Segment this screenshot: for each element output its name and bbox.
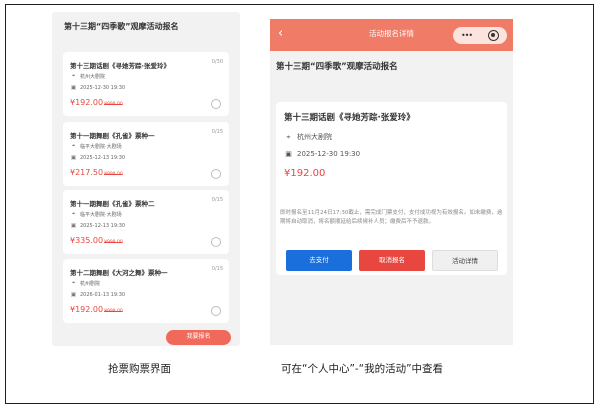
ticket-venue: 临平大剧院·大剧场 — [80, 212, 122, 218]
detail-datetime: 2025-12-30 19:30 — [297, 150, 361, 158]
caption-right: 可在“个人中心”-“我的活动”中查看 — [281, 363, 444, 375]
more-dots-icon[interactable]: ••• — [461, 27, 473, 44]
detail-name: 第十三期话剧《寻她芳踪·张爱玲》 — [284, 113, 415, 123]
ticket-select-radio[interactable] — [211, 169, 221, 179]
detail-page-title: 第十三期“四季歌”观摩活动报名 — [276, 62, 398, 72]
detail-price: ¥192.00 — [284, 168, 326, 179]
calendar-icon: ▣ — [285, 150, 292, 158]
ticket-datetime: 2026-01-13 19:30 — [80, 292, 126, 298]
ticket-card[interactable]: 第十二期舞剧《大河之舞》票种一 0/15 ⌖ 杭州剧院 ▣ 2026-01-13 1… — [63, 259, 229, 323]
ticket-old-price: ¥999.00 — [104, 240, 123, 245]
mini-program-capsule: ••• — [453, 27, 507, 44]
detail-venue: 杭州大剧院 — [297, 133, 332, 141]
activity-detail-button[interactable]: 活动详情 — [432, 250, 498, 271]
left-page-title: 第十三期“四季歌”观摩活动报名 — [64, 22, 179, 31]
signup-button[interactable]: 我要报名 — [166, 330, 231, 345]
location-pin-icon: ⌖ — [71, 280, 76, 286]
ticket-name: 第十一期舞剧《孔雀》票种二 — [70, 200, 155, 208]
ticket-price: ¥335.00¥999.00 — [70, 236, 123, 245]
ticket-count: 0/30 — [211, 59, 223, 65]
nav-header: ‹ 活动报名详情 ••• — [270, 19, 513, 51]
ticket-price: ¥192.00¥999.00 — [70, 98, 123, 107]
ticket-price: ¥217.50¥999.00 — [70, 168, 123, 177]
ticket-datetime: 2025-12-13 19:30 — [80, 223, 126, 229]
payment-notice: 即时报名至11月24日17:30截止，需完成门票支付，支付成功视为有效报名。如未… — [280, 210, 503, 225]
ticket-old-price: ¥999.00 — [104, 102, 123, 107]
ticket-list-screen: 第十三期“四季歌”观摩活动报名 第十三期话剧《寻她芳踪·张爱玲》 0/30 ⌖ 杭… — [52, 12, 240, 346]
location-pin-icon: ⌖ — [71, 211, 76, 217]
location-pin-icon: ⌖ — [286, 132, 291, 141]
ticket-count: 0/15 — [211, 197, 223, 203]
ticket-name: 第十一期舞剧《孔雀》票种一 — [70, 132, 155, 140]
location-pin-icon: ⌖ — [71, 143, 76, 149]
ticket-name: 第十三期话剧《寻她芳踪·张爱玲》 — [70, 62, 170, 70]
calendar-icon: ▣ — [70, 292, 77, 298]
ticket-card[interactable]: 第十一期舞剧《孔雀》票种一 0/15 ⌖ 临平大剧院·大剧场 ▣ 2025-12-1… — [63, 122, 229, 186]
cancel-registration-button[interactable]: 取消报名 — [359, 250, 425, 271]
ticket-select-radio[interactable] — [211, 99, 221, 109]
ticket-card[interactable]: 第十一期舞剧《孔雀》票种二 0/15 ⌖ 临平大剧院·大剧场 ▣ 2025-12-1… — [63, 190, 229, 254]
ticket-name: 第十二期舞剧《大河之舞》票种一 — [70, 269, 168, 277]
ticket-old-price: ¥999.00 — [104, 309, 123, 314]
ticket-count: 0/15 — [211, 129, 223, 135]
ticket-datetime: 2025-12-13 19:30 — [80, 155, 126, 161]
calendar-icon: ▣ — [70, 223, 77, 229]
calendar-icon: ▣ — [70, 155, 77, 161]
ticket-card[interactable]: 第十三期话剧《寻她芳踪·张爱玲》 0/30 ⌖ 杭州大剧院 ▣ 2025-12-30… — [63, 52, 229, 116]
ticket-count: 0/15 — [211, 266, 223, 272]
ticket-venue: 杭州剧院 — [80, 281, 101, 287]
caption-left: 抢票购票界面 — [108, 363, 171, 375]
ticket-select-radio[interactable] — [211, 237, 221, 247]
location-pin-icon: ⌖ — [71, 73, 76, 79]
ticket-price: ¥192.00¥999.00 — [70, 305, 123, 314]
ticket-venue: 临平大剧院·大剧场 — [80, 144, 122, 150]
pay-button[interactable]: 去支付 — [286, 250, 352, 271]
capsule-close-icon[interactable] — [488, 30, 500, 41]
ticket-old-price: ¥999.00 — [104, 172, 123, 177]
calendar-icon: ▣ — [70, 85, 77, 91]
ticket-venue: 杭州大剧院 — [80, 74, 106, 80]
ticket-select-radio[interactable] — [211, 306, 221, 316]
registration-detail-screen: ‹ 活动报名详情 ••• 第十三期“四季歌”观摩活动报名 第十三期话剧《寻她芳踪… — [270, 19, 513, 345]
ticket-datetime: 2025-12-30 19:30 — [80, 85, 126, 91]
detail-card: 第十三期话剧《寻她芳踪·张爱玲》 ⌖ 杭州大剧院 ▣ 2025-12-30 19:3… — [276, 102, 507, 275]
